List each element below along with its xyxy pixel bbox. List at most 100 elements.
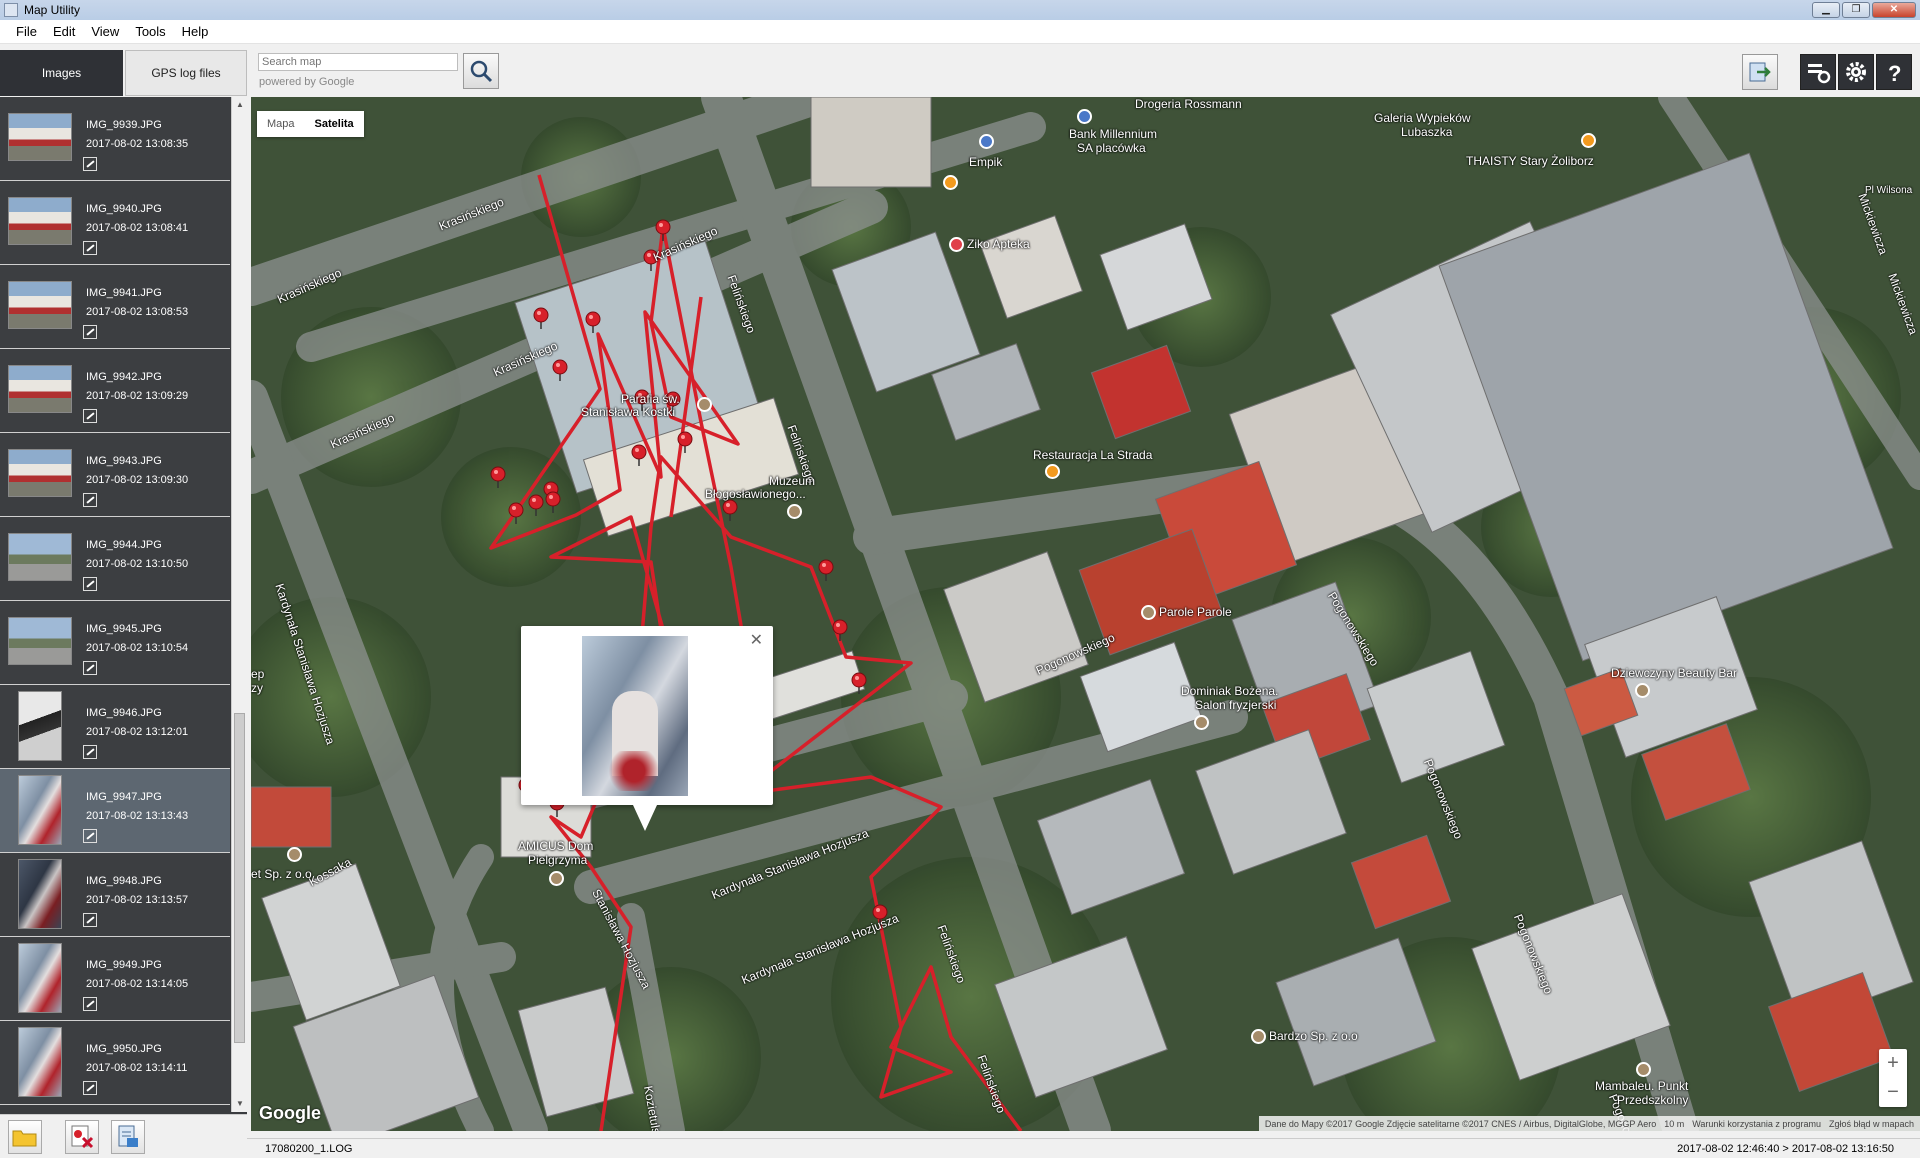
- image-list-scrollbar[interactable]: ▲ ▼: [231, 97, 247, 1112]
- geotag-icon[interactable]: [83, 493, 97, 507]
- poi-label: Bardzo Sp. z o.o: [1269, 1029, 1358, 1043]
- title-bar: Map Utility ▁ ❐ ✕: [0, 0, 1920, 20]
- close-icon[interactable]: ✕: [750, 630, 763, 650]
- image-list-item[interactable]: IMG_9943.JPG 2017-08-02 13:09:30: [0, 433, 230, 517]
- pharmacy-icon: [949, 237, 964, 253]
- poi-parole: Parole Parole: [1141, 605, 1232, 621]
- image-list-item[interactable]: IMG_9942.JPG 2017-08-02 13:09:29: [0, 349, 230, 433]
- geotag-icon[interactable]: [83, 157, 97, 171]
- search-input[interactable]: [258, 53, 458, 71]
- sidebar-tools: [0, 1114, 247, 1158]
- menu-bar: File Edit View Tools Help: [0, 20, 1920, 44]
- place-icon: [1141, 605, 1156, 621]
- help-button[interactable]: ?: [1876, 54, 1912, 90]
- image-list-item[interactable]: IMG_9939.JPG 2017-08-02 13:08:35: [0, 97, 230, 181]
- image-list-item[interactable]: IMG_9945.JPG 2017-08-02 13:10:54: [0, 601, 230, 685]
- poi-icon: [787, 504, 805, 520]
- restore-button[interactable]: ❐: [1842, 2, 1870, 18]
- report-link[interactable]: Zgłoś błąd w mapach: [1829, 1119, 1914, 1129]
- zoom-control: + −: [1879, 1049, 1907, 1107]
- image-list-item[interactable]: IMG_9949.JPG 2017-08-02 13:14:05: [0, 937, 230, 1021]
- geotag-icon[interactable]: [83, 745, 97, 759]
- image-list-item[interactable]: IMG_9947.JPG 2017-08-02 13:13:43: [0, 769, 230, 853]
- open-folder-button[interactable]: [8, 1120, 42, 1154]
- poi-label: Mambaleu. Punkt: [1595, 1079, 1689, 1093]
- image-filename: IMG_9949.JPG: [86, 959, 162, 971]
- menu-edit[interactable]: Edit: [45, 24, 83, 39]
- scroll-thumb[interactable]: [234, 713, 245, 1043]
- geotag-icon[interactable]: [83, 997, 97, 1011]
- poi-label: Parole Parole: [1159, 605, 1232, 619]
- image-list-item[interactable]: IMG_9950.JPG 2017-08-02 13:14:11: [0, 1021, 230, 1105]
- map-attribution: Dane do Mapy ©2017 Google Zdjęcie sateli…: [1258, 1116, 1920, 1131]
- settings-button[interactable]: [1838, 54, 1874, 90]
- image-date: 2017-08-02 13:10:50: [86, 558, 189, 570]
- map-view[interactable]: Krasińskiego Krasińskiego Krasińskiego K…: [251, 97, 1920, 1131]
- restaurant-icon: [1581, 133, 1596, 149]
- geotag-icon[interactable]: [83, 409, 97, 423]
- poi-icon: [979, 134, 997, 150]
- poi-label: AMICUS Dom: [518, 839, 594, 853]
- image-list-item[interactable]: IMG_9946.JPG 2017-08-02 13:12:01: [0, 685, 230, 769]
- menu-file[interactable]: File: [8, 24, 45, 39]
- attribution-text: Dane do Mapy ©2017 Google Zdjęcie sateli…: [1264, 1118, 1657, 1129]
- geotag-icon[interactable]: [83, 1081, 97, 1095]
- geotag-icon[interactable]: [83, 661, 97, 675]
- geotag-icon[interactable]: [83, 913, 97, 927]
- scroll-up-arrow[interactable]: ▲: [232, 97, 248, 113]
- search-button[interactable]: [463, 53, 499, 89]
- export-button[interactable]: [1742, 54, 1778, 90]
- menu-help[interactable]: Help: [174, 24, 217, 39]
- image-date: 2017-08-02 13:14:11: [86, 1062, 188, 1074]
- popup-photo-thumbnail[interactable]: [582, 636, 688, 796]
- poi-ziko: Ziko Apteka: [949, 237, 1030, 253]
- security-settings-button[interactable]: [1800, 54, 1836, 90]
- salon-icon: [1194, 715, 1209, 731]
- tab-images[interactable]: Images: [0, 50, 123, 96]
- image-thumbnail: [8, 617, 72, 665]
- poi-label: Parafia św.: [621, 392, 680, 406]
- gear-list-icon: [1808, 64, 1831, 84]
- image-list-item[interactable]: IMG_9948.JPG 2017-08-02 13:13:57: [0, 853, 230, 937]
- remove-geotag-button[interactable]: [65, 1120, 99, 1154]
- poi-label: THAISTY Stary Żoliborz: [1466, 154, 1594, 168]
- map-type-satellite[interactable]: Satelita: [305, 111, 364, 137]
- poi-label: Dziewczyny Beauty Bar: [1611, 666, 1738, 680]
- close-button[interactable]: ✕: [1872, 2, 1916, 18]
- image-list-item[interactable]: IMG_9944.JPG 2017-08-02 13:10:50: [0, 517, 230, 601]
- geotag-icon[interactable]: [83, 325, 97, 339]
- poi-label: Błogosławionego...: [705, 487, 806, 501]
- poi-icon: [549, 871, 567, 887]
- image-date: 2017-08-02 13:08:35: [86, 138, 189, 150]
- zoom-in-button[interactable]: +: [1879, 1049, 1907, 1078]
- geotag-button[interactable]: [111, 1120, 145, 1154]
- image-date: 2017-08-02 13:14:05: [86, 978, 189, 990]
- scroll-down-arrow[interactable]: ▼: [232, 1096, 248, 1112]
- image-list-item[interactable]: IMG_9941.JPG 2017-08-02 13:08:53: [0, 265, 230, 349]
- poi-label: Ziko Apteka: [967, 237, 1030, 251]
- image-list-item[interactable]: IMG_9940.JPG 2017-08-02 13:08:41: [0, 181, 230, 265]
- tab-gps-log-files[interactable]: GPS log files: [125, 50, 247, 96]
- satellite-map[interactable]: [251, 97, 1920, 1131]
- bank-icon: [1077, 109, 1092, 125]
- poi-label: Bank Millennium: [1069, 127, 1158, 141]
- scale-label: 10 m: [1664, 1118, 1685, 1129]
- image-filename: IMG_9942.JPG: [86, 371, 162, 383]
- minimize-button[interactable]: ▁: [1812, 2, 1840, 18]
- folder-icon: [12, 1130, 37, 1147]
- menu-view[interactable]: View: [83, 24, 127, 39]
- poi-label: Drogeria Rossmann: [1135, 97, 1242, 111]
- image-filename: IMG_9944.JPG: [86, 539, 162, 551]
- menu-tools[interactable]: Tools: [127, 24, 173, 39]
- map-type-toggle: Mapa Satelita: [257, 111, 364, 137]
- map-type-map[interactable]: Mapa: [257, 111, 305, 137]
- remove-pin-icon: [71, 1125, 94, 1149]
- terms-link[interactable]: Warunki korzystania z programu: [1692, 1119, 1821, 1129]
- photo-popup: ✕: [521, 626, 773, 831]
- geotag-icon[interactable]: [83, 241, 97, 255]
- image-list: IMG_9939.JPG 2017-08-02 13:08:35 IMG_9940.…: [0, 97, 230, 1112]
- museum-icon: [787, 504, 802, 520]
- geotag-icon[interactable]: [83, 829, 97, 843]
- zoom-out-button[interactable]: −: [1879, 1078, 1907, 1107]
- geotag-icon[interactable]: [83, 577, 97, 591]
